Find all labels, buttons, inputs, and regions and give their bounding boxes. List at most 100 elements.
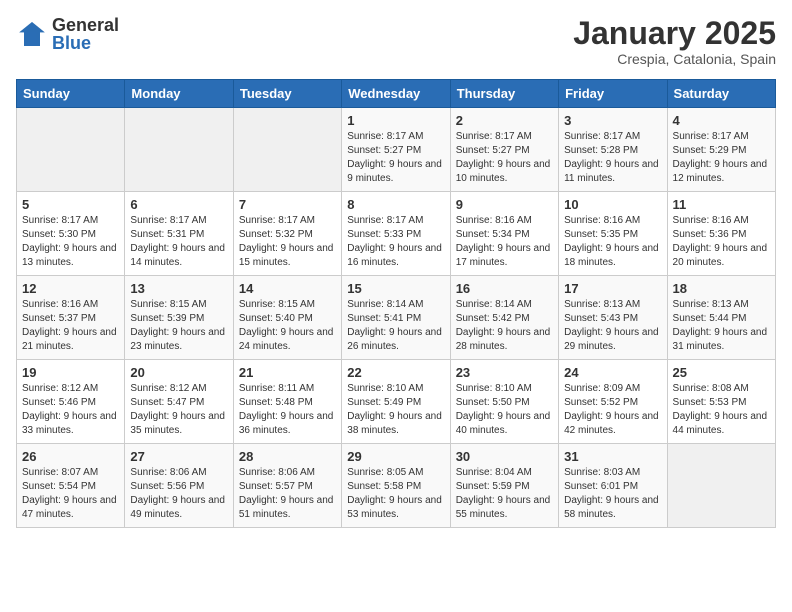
page-header: General Blue January 2025 Crespia, Catal… <box>16 16 776 67</box>
calendar-week-2: 5Sunrise: 8:17 AMSunset: 5:30 PMDaylight… <box>17 192 776 276</box>
logo-blue-text: Blue <box>52 34 119 52</box>
weekday-header-sunday: Sunday <box>17 80 125 108</box>
day-info: Sunrise: 8:11 AMSunset: 5:48 PMDaylight:… <box>239 382 336 438</box>
day-number: 29 <box>347 449 444 464</box>
day-info: Sunrise: 8:14 AMSunset: 5:42 PMDaylight:… <box>456 298 553 354</box>
calendar-cell: 14 Sunrise: 8:15 AMSunset: 5:40 PMDayligh… <box>233 276 341 360</box>
weekday-row: SundayMondayTuesdayWednesdayThursdayFrid… <box>17 80 776 108</box>
calendar-cell <box>125 108 233 192</box>
day-number: 11 <box>673 197 770 212</box>
logo-general-text: General <box>52 16 119 34</box>
day-number: 10 <box>564 197 661 212</box>
day-number: 15 <box>347 281 444 296</box>
calendar-cell: 21 Sunrise: 8:11 AMSunset: 5:48 PMDayligh… <box>233 360 341 444</box>
calendar-cell: 13Sunrise: 8:15 AMSunset: 5:39 PMDayligh… <box>125 276 233 360</box>
day-info: Sunrise: 8:14 AMSunset: 5:41 PMDaylight:… <box>347 298 444 354</box>
calendar-cell: 12 Sunrise: 8:16 AMSunset: 5:37 PMDayligh… <box>17 276 125 360</box>
title-block: January 2025 Crespia, Catalonia, Spain <box>573 16 776 67</box>
calendar-cell: 27Sunrise: 8:06 AMSunset: 5:56 PMDayligh… <box>125 444 233 528</box>
day-info: Sunrise: 8:13 AMSunset: 5:43 PMDaylight:… <box>564 298 661 354</box>
day-number: 24 <box>564 365 661 380</box>
day-info: Sunrise: 8:17 AMSunset: 5:30 PMDaylight:… <box>22 214 119 270</box>
calendar-cell: 3Sunrise: 8:17 AMSunset: 5:28 PMDaylight… <box>559 108 667 192</box>
weekday-header-wednesday: Wednesday <box>342 80 450 108</box>
calendar-cell: 5Sunrise: 8:17 AMSunset: 5:30 PMDaylight… <box>17 192 125 276</box>
weekday-header-saturday: Saturday <box>667 80 775 108</box>
day-number: 2 <box>456 113 553 128</box>
calendar-cell <box>17 108 125 192</box>
day-info: Sunrise: 8:17 AMSunset: 5:33 PMDaylight:… <box>347 214 444 270</box>
day-info: Sunrise: 8:08 AMSunset: 5:53 PMDaylight:… <box>673 382 770 438</box>
calendar-cell: 23 Sunrise: 8:10 AMSunset: 5:50 PMDayligh… <box>450 360 558 444</box>
day-info: Sunrise: 8:04 AMSunset: 5:59 PMDaylight:… <box>456 466 553 522</box>
day-number: 27 <box>130 449 227 464</box>
calendar-cell: 25 Sunrise: 8:08 AMSunset: 5:53 PMDayligh… <box>667 360 775 444</box>
day-info: Sunrise: 8:10 AMSunset: 5:49 PMDaylight:… <box>347 382 444 438</box>
day-info: Sunrise: 8:05 AMSunset: 5:58 PMDaylight:… <box>347 466 444 522</box>
calendar-week-5: 26Sunrise: 8:07 AMSunset: 5:54 PMDayligh… <box>17 444 776 528</box>
calendar-cell: 29 Sunrise: 8:05 AMSunset: 5:58 PMDayligh… <box>342 444 450 528</box>
day-number: 8 <box>347 197 444 212</box>
weekday-header-tuesday: Tuesday <box>233 80 341 108</box>
day-info: Sunrise: 8:16 AMSunset: 5:37 PMDaylight:… <box>22 298 119 354</box>
day-info: Sunrise: 8:13 AMSunset: 5:44 PMDaylight:… <box>673 298 770 354</box>
day-info: Sunrise: 8:03 AMSunset: 6:01 PMDaylight:… <box>564 466 661 522</box>
calendar-cell: 2 Sunrise: 8:17 AMSunset: 5:27 PMDaylight… <box>450 108 558 192</box>
calendar-cell: 19 Sunrise: 8:12 AMSunset: 5:46 PMDayligh… <box>17 360 125 444</box>
calendar-table: SundayMondayTuesdayWednesdayThursdayFrid… <box>16 79 776 528</box>
calendar-body: 1 Sunrise: 8:17 AMSunset: 5:27 PMDaylight… <box>17 108 776 528</box>
calendar-cell: 6Sunrise: 8:17 AMSunset: 5:31 PMDaylight… <box>125 192 233 276</box>
day-info: Sunrise: 8:17 AMSunset: 5:27 PMDaylight:… <box>456 130 553 186</box>
calendar-cell: 18 Sunrise: 8:13 AMSunset: 5:44 PMDayligh… <box>667 276 775 360</box>
day-number: 21 <box>239 365 336 380</box>
calendar-cell: 16Sunrise: 8:14 AMSunset: 5:42 PMDayligh… <box>450 276 558 360</box>
calendar-cell: 30Sunrise: 8:04 AMSunset: 5:59 PMDayligh… <box>450 444 558 528</box>
day-info: Sunrise: 8:12 AMSunset: 5:47 PMDaylight:… <box>130 382 227 438</box>
day-info: Sunrise: 8:16 AMSunset: 5:35 PMDaylight:… <box>564 214 661 270</box>
day-number: 7 <box>239 197 336 212</box>
day-info: Sunrise: 8:10 AMSunset: 5:50 PMDaylight:… <box>456 382 553 438</box>
day-number: 23 <box>456 365 553 380</box>
day-number: 19 <box>22 365 119 380</box>
day-number: 18 <box>673 281 770 296</box>
calendar-cell: 26Sunrise: 8:07 AMSunset: 5:54 PMDayligh… <box>17 444 125 528</box>
calendar-week-4: 19 Sunrise: 8:12 AMSunset: 5:46 PMDayligh… <box>17 360 776 444</box>
day-number: 31 <box>564 449 661 464</box>
location-text: Crespia, Catalonia, Spain <box>573 51 776 67</box>
calendar-cell: 8 Sunrise: 8:17 AMSunset: 5:33 PMDaylight… <box>342 192 450 276</box>
logo-icon <box>16 18 48 50</box>
day-number: 14 <box>239 281 336 296</box>
day-info: Sunrise: 8:17 AMSunset: 5:27 PMDaylight:… <box>347 130 444 186</box>
day-number: 6 <box>130 197 227 212</box>
day-number: 25 <box>673 365 770 380</box>
calendar-cell <box>233 108 341 192</box>
day-info: Sunrise: 8:17 AMSunset: 5:32 PMDaylight:… <box>239 214 336 270</box>
day-info: Sunrise: 8:15 AMSunset: 5:40 PMDaylight:… <box>239 298 336 354</box>
day-info: Sunrise: 8:12 AMSunset: 5:46 PMDaylight:… <box>22 382 119 438</box>
day-number: 17 <box>564 281 661 296</box>
logo: General Blue <box>16 16 119 52</box>
day-info: Sunrise: 8:07 AMSunset: 5:54 PMDaylight:… <box>22 466 119 522</box>
calendar-cell: 20Sunrise: 8:12 AMSunset: 5:47 PMDayligh… <box>125 360 233 444</box>
calendar-header: SundayMondayTuesdayWednesdayThursdayFrid… <box>17 80 776 108</box>
day-number: 12 <box>22 281 119 296</box>
calendar-week-3: 12 Sunrise: 8:16 AMSunset: 5:37 PMDayligh… <box>17 276 776 360</box>
calendar-cell: 10 Sunrise: 8:16 AMSunset: 5:35 PMDayligh… <box>559 192 667 276</box>
day-info: Sunrise: 8:06 AMSunset: 5:57 PMDaylight:… <box>239 466 336 522</box>
day-info: Sunrise: 8:17 AMSunset: 5:29 PMDaylight:… <box>673 130 770 186</box>
weekday-header-friday: Friday <box>559 80 667 108</box>
day-info: Sunrise: 8:16 AMSunset: 5:34 PMDaylight:… <box>456 214 553 270</box>
logo-text: General Blue <box>52 16 119 52</box>
day-number: 1 <box>347 113 444 128</box>
calendar-cell: 22Sunrise: 8:10 AMSunset: 5:49 PMDayligh… <box>342 360 450 444</box>
calendar-cell: 9Sunrise: 8:16 AMSunset: 5:34 PMDaylight… <box>450 192 558 276</box>
calendar-cell: 15 Sunrise: 8:14 AMSunset: 5:41 PMDayligh… <box>342 276 450 360</box>
calendar-cell: 17 Sunrise: 8:13 AMSunset: 5:43 PMDayligh… <box>559 276 667 360</box>
calendar-week-1: 1 Sunrise: 8:17 AMSunset: 5:27 PMDaylight… <box>17 108 776 192</box>
calendar-cell: 7 Sunrise: 8:17 AMSunset: 5:32 PMDaylight… <box>233 192 341 276</box>
calendar-cell: 31 Sunrise: 8:03 AMSunset: 6:01 PMDayligh… <box>559 444 667 528</box>
day-info: Sunrise: 8:09 AMSunset: 5:52 PMDaylight:… <box>564 382 661 438</box>
calendar-cell: 28Sunrise: 8:06 AMSunset: 5:57 PMDayligh… <box>233 444 341 528</box>
calendar-cell <box>667 444 775 528</box>
calendar-cell: 11Sunrise: 8:16 AMSunset: 5:36 PMDayligh… <box>667 192 775 276</box>
